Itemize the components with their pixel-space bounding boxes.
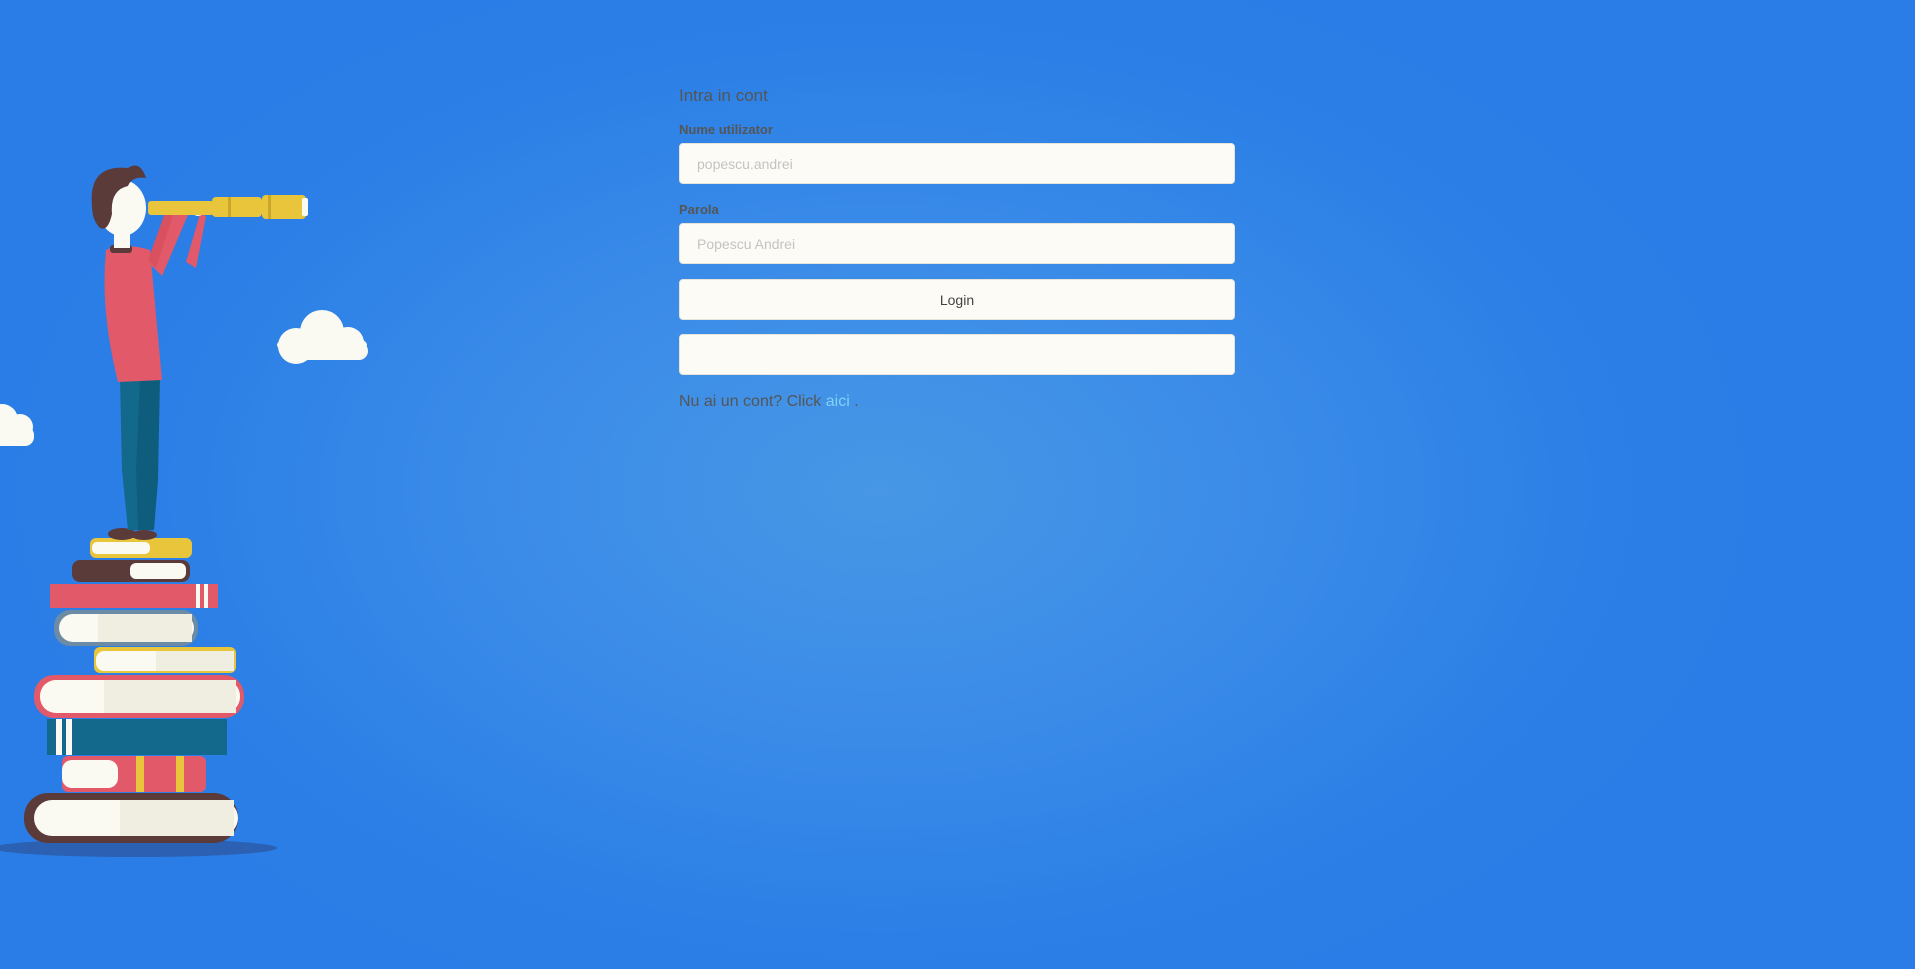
- password-input[interactable]: [679, 223, 1235, 264]
- password-label: Parola: [679, 202, 719, 217]
- login-title: Intra in cont: [679, 86, 768, 105]
- register-prompt-text: Nu ai un cont? Click: [679, 393, 822, 410]
- register-prompt-end: .: [854, 393, 859, 410]
- login-button[interactable]: Login: [679, 279, 1235, 320]
- man-figure: [91, 165, 308, 540]
- username-label: Nume utilizator: [679, 122, 773, 137]
- cloud-icon: [0, 404, 34, 446]
- cloud-icon: [277, 310, 368, 364]
- username-input[interactable]: [679, 143, 1235, 184]
- register-link[interactable]: aici: [826, 393, 850, 410]
- login-form: Intra in cont Nume utilizator Parola Log…: [679, 86, 1235, 412]
- books-stack: [24, 538, 244, 843]
- register-prompt: Nu ai un cont? Click aici .: [679, 392, 1235, 412]
- secondary-button[interactable]: [679, 334, 1235, 375]
- man-with-telescope-on-books-illustration: [0, 165, 368, 857]
